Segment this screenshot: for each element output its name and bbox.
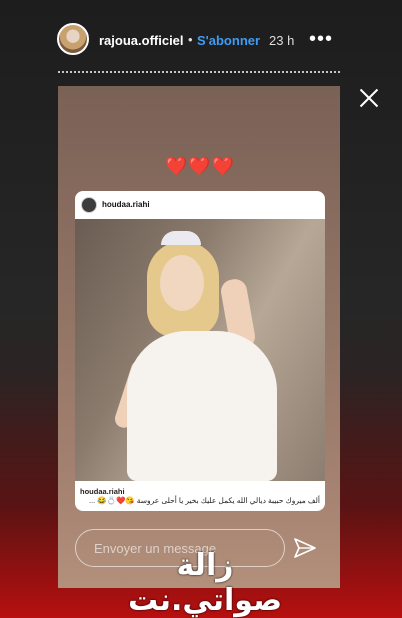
site-watermark: زالة صواتي.نت <box>127 548 283 618</box>
photo-dress <box>127 331 277 481</box>
username[interactable]: rajoua.officiel <box>99 33 184 48</box>
hearts-sticker: ❤️❤️❤️ <box>165 156 236 176</box>
post-avatar <box>81 197 97 213</box>
post-username: houdaa.riahi <box>102 200 150 209</box>
caption-text: ألف ميروك حبيبة ديالي الله يكمل عليك بخي… <box>88 496 320 505</box>
story-frame[interactable]: ❤️❤️❤️ houdaa.riahi houdaa.riahi ألف مير… <box>58 86 340 588</box>
story-age: 23 h <box>269 33 295 48</box>
photo-tiara <box>161 231 201 245</box>
post-caption: houdaa.riahi ألف ميروك حبيبة ديالي الله … <box>75 481 325 511</box>
close-icon[interactable] <box>357 86 381 110</box>
shared-post-card[interactable]: houdaa.riahi houdaa.riahi ألف ميروك حبيب… <box>75 191 325 511</box>
post-photo <box>75 219 325 481</box>
photo-face <box>160 255 204 311</box>
story-header: rajoua.officiel • S'abonner 23 h ••• <box>0 0 402 80</box>
more-options-icon[interactable]: ••• <box>309 28 333 51</box>
caption-username: houdaa.riahi <box>80 487 125 496</box>
avatar[interactable] <box>57 23 89 55</box>
separator: • <box>188 32 193 47</box>
follow-button[interactable]: S'abonner <box>197 33 260 48</box>
post-header: houdaa.riahi <box>75 191 325 219</box>
story-progress-bar <box>58 71 340 75</box>
